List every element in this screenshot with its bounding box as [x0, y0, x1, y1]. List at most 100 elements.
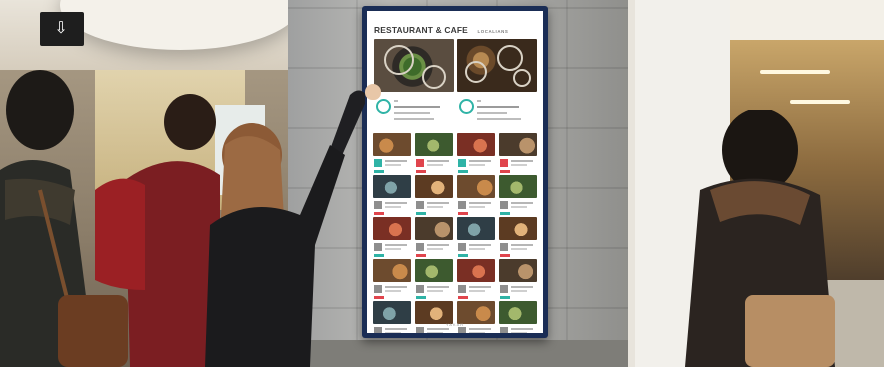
status-tag — [458, 212, 468, 215]
restaurant-name-placeholder — [469, 328, 491, 330]
dish-photo — [499, 259, 537, 282]
ring-icon — [376, 99, 391, 114]
ceiling-light — [760, 70, 830, 74]
featured-cafe-photo[interactable] — [457, 39, 537, 92]
qr-code-icon — [416, 285, 424, 293]
restaurant-tile[interactable] — [499, 133, 537, 175]
restaurant-name-placeholder — [427, 286, 449, 288]
restaurant-detail-placeholder — [511, 164, 527, 166]
restaurant-tile[interactable] — [373, 175, 411, 217]
status-tag — [416, 212, 426, 215]
dish-photo — [499, 175, 537, 198]
kiosk-screen[interactable]: RESTAURANT & CAFE LOCALIANS YAKAR — [367, 11, 543, 333]
restaurant-tile[interactable] — [373, 301, 411, 333]
restaurant-tile[interactable] — [373, 259, 411, 301]
dish-photo — [499, 217, 537, 240]
restaurant-tile[interactable] — [415, 259, 453, 301]
screen-title: RESTAURANT & CAFE — [374, 25, 468, 35]
pointing-hand — [365, 84, 381, 100]
status-tag — [374, 212, 384, 215]
restaurant-name-placeholder — [469, 160, 491, 162]
status-tag — [374, 296, 384, 299]
qr-code-icon — [374, 201, 382, 209]
ceiling-light — [790, 100, 850, 104]
qr-code-icon — [500, 243, 508, 251]
dish-photo — [373, 301, 411, 324]
qr-code-icon — [416, 327, 424, 333]
restaurant-name-placeholder — [469, 286, 491, 288]
qr-code-icon — [458, 327, 466, 333]
restaurant-name-placeholder — [385, 202, 407, 204]
dish-photo — [457, 301, 495, 324]
qr-code-icon — [458, 285, 466, 293]
restaurant-tile[interactable] — [373, 217, 411, 259]
restaurant-name-placeholder — [427, 244, 449, 246]
restaurant-detail-placeholder — [385, 164, 401, 166]
status-tag — [374, 254, 384, 257]
qr-code-icon — [416, 243, 424, 251]
dish-photo — [415, 133, 453, 156]
restaurant-tile[interactable] — [415, 301, 453, 333]
status-tag — [500, 254, 510, 257]
category-icon — [374, 159, 382, 167]
restaurant-detail-placeholder — [427, 290, 443, 292]
restaurant-detail-placeholder — [469, 248, 485, 250]
status-tag — [416, 254, 426, 257]
restaurant-name-placeholder — [511, 328, 533, 330]
restaurant-tile[interactable] — [457, 259, 495, 301]
dish-photo — [373, 175, 411, 198]
restaurant-detail-placeholder — [469, 332, 485, 333]
arrow-down-icon: ⇩ — [54, 20, 70, 37]
mall-scene: ⇩ RESTAURANT & CAFE LOCALIANS YAKAR — [0, 0, 884, 367]
dish-photo — [457, 217, 495, 240]
directional-sign: ⇩ — [40, 12, 84, 46]
screen-header: RESTAURANT & CAFE LOCALIANS — [374, 20, 536, 36]
restaurant-name-placeholder — [427, 328, 449, 330]
qr-code-icon — [374, 285, 382, 293]
restaurant-detail-placeholder — [427, 248, 443, 250]
restaurant-name-placeholder — [511, 160, 533, 162]
restaurant-name-placeholder — [385, 244, 407, 246]
restaurant-tile[interactable] — [499, 217, 537, 259]
restaurant-detail-placeholder — [469, 164, 485, 166]
qr-code-icon — [500, 327, 508, 333]
restaurant-detail-placeholder — [385, 332, 401, 333]
restaurant-tile[interactable] — [457, 301, 495, 333]
restaurant-tile[interactable] — [499, 175, 537, 217]
qr-code-icon — [416, 201, 424, 209]
restaurant-detail-placeholder — [511, 206, 527, 208]
status-tag — [458, 254, 468, 257]
status-tag — [416, 170, 426, 173]
status-tag — [500, 296, 510, 299]
restaurant-tile[interactable] — [457, 133, 495, 175]
restaurant-tile[interactable] — [499, 301, 537, 333]
restaurant-tile[interactable] — [457, 217, 495, 259]
restaurant-tile[interactable] — [415, 217, 453, 259]
digital-signage-kiosk[interactable]: RESTAURANT & CAFE LOCALIANS YAKAR — [362, 6, 548, 338]
status-tag — [416, 296, 426, 299]
restaurant-tile[interactable] — [499, 259, 537, 301]
status-tag — [500, 170, 510, 173]
restaurant-detail-placeholder — [427, 164, 443, 166]
restaurant-tile[interactable] — [415, 133, 453, 175]
restaurant-name-placeholder — [469, 244, 491, 246]
restaurant-tile[interactable] — [373, 133, 411, 175]
status-tag — [458, 296, 468, 299]
dish-photo — [457, 175, 495, 198]
featured-info-right[interactable] — [457, 97, 537, 127]
restaurant-detail-placeholder — [427, 332, 443, 333]
featured-dish-photo[interactable] — [374, 39, 454, 92]
category-icon — [458, 159, 466, 167]
restaurant-name-placeholder — [427, 202, 449, 204]
restaurant-detail-placeholder — [385, 290, 401, 292]
restaurant-tile[interactable] — [457, 175, 495, 217]
dish-photo — [415, 217, 453, 240]
featured-info-left[interactable] — [374, 97, 454, 127]
qr-code-icon — [458, 201, 466, 209]
woman-pointing — [205, 90, 365, 367]
qr-code-icon — [458, 243, 466, 251]
restaurant-tile[interactable] — [415, 175, 453, 217]
screen-subtitle: LOCALIANS — [477, 29, 509, 34]
restaurant-detail-placeholder — [469, 290, 485, 292]
restaurant-detail-placeholder — [427, 206, 443, 208]
